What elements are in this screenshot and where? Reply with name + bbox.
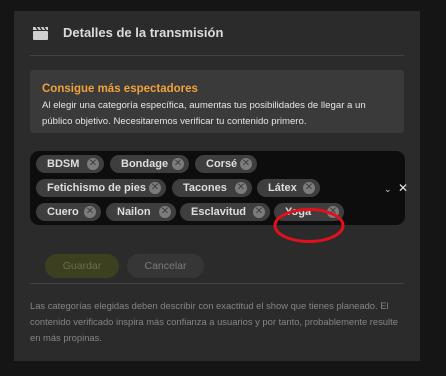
tag-label: Bondage <box>121 158 169 170</box>
tag-chip: Corsé ✕ <box>195 155 257 173</box>
annotation-circle <box>273 208 345 243</box>
tag-label: Látex <box>268 182 297 194</box>
tag-label: Fetichismo de pies <box>47 182 147 194</box>
footer-note: Las categorías elegidas deben describir … <box>30 300 398 343</box>
panel-title: Detalles de la transmisión <box>63 25 224 40</box>
cancel-button[interactable]: Cancelar <box>127 254 204 278</box>
chevron-down-icon[interactable]: ⌄ <box>384 184 392 195</box>
remove-tag-icon[interactable]: ✕ <box>240 158 252 170</box>
save-button[interactable]: Guardar <box>45 254 119 278</box>
category-tag-input[interactable]: BDSM ✕ Bondage ✕ Corsé ✕ Fetichismo de p… <box>30 151 408 225</box>
remove-tag-icon[interactable]: ✕ <box>87 158 99 170</box>
panel-header: Detalles de la transmisión <box>14 11 420 55</box>
tag-chip: Cuero ✕ <box>36 203 101 221</box>
tag-chip: BDSM ✕ <box>36 155 104 173</box>
tag-chip: Tacones ✕ <box>172 179 252 197</box>
tag-chip: Esclavitud ✕ <box>180 203 270 221</box>
header-divider <box>30 55 404 56</box>
remove-tag-icon[interactable]: ✕ <box>253 206 265 218</box>
promo-title: Consigue más espectadores <box>42 83 198 95</box>
tag-chip: Látex ✕ <box>257 179 320 197</box>
tag-label: Corsé <box>206 158 238 170</box>
remove-tag-icon[interactable]: ✕ <box>303 182 315 194</box>
clear-all-icon[interactable]: ✕ <box>398 181 408 195</box>
footer-divider <box>30 283 404 284</box>
tag-label: Esclavitud <box>191 206 247 218</box>
remove-tag-icon[interactable]: ✕ <box>84 206 96 218</box>
tag-label: Tacones <box>183 182 227 194</box>
tag-chip: Bondage ✕ <box>110 155 189 173</box>
tag-chip: Nailon ✕ <box>106 203 176 221</box>
promo-callout: Consigue más espectadores Al elegir una … <box>30 70 404 133</box>
tag-chip: Fetichismo de pies ✕ <box>36 179 166 197</box>
remove-tag-icon[interactable]: ✕ <box>159 206 171 218</box>
clapperboard-icon <box>33 26 48 40</box>
remove-tag-icon[interactable]: ✕ <box>172 158 184 170</box>
tag-label: Nailon <box>117 206 151 218</box>
remove-tag-icon[interactable]: ✕ <box>235 182 247 194</box>
tag-label: BDSM <box>47 158 80 170</box>
remove-tag-icon[interactable]: ✕ <box>149 182 161 194</box>
promo-text: Al elegir una categoría específica, aume… <box>42 100 366 127</box>
tag-label: Cuero <box>47 206 79 218</box>
